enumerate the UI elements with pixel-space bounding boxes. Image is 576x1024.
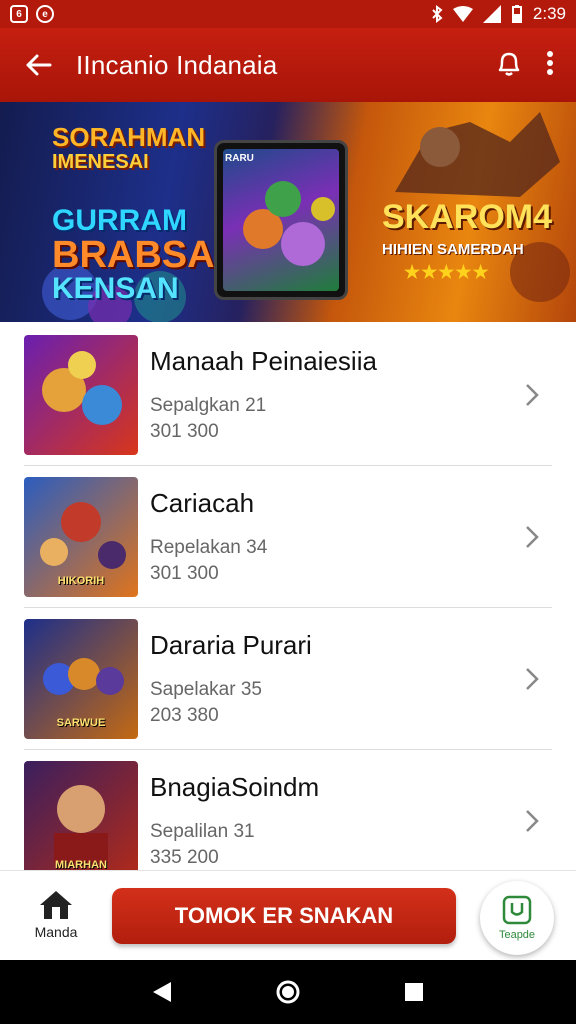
image-notification-icon: 6 [10,5,28,23]
app-notification-icon: e [36,5,54,23]
home-tab-label: Manda [34,924,78,940]
game-numbers: 301 300 [150,563,219,584]
banner-title-line-3: GURRAM [52,204,187,237]
game-numbers: 335 200 [150,847,219,868]
banner-phone-image: RARU [214,140,348,300]
system-nav-bar [0,960,576,1024]
status-bar: 6 e 2:39 [0,0,576,28]
nav-recents-icon[interactable] [403,981,425,1003]
fab-label: Teapde [498,929,536,941]
thumbnail-label: MIARHAN [55,858,107,871]
game-subtitle: Sapelakar 35 [150,679,262,700]
game-subtitle: Sepalilan 31 [150,821,255,842]
page-title: IIncanio Indanaia [76,49,278,80]
list-item[interactable]: Manaah Peinaiesiia Sepalgkan 21 301 300 [24,324,552,466]
u-badge-icon [502,895,532,925]
bottom-action-bar: Manda TOMOK ER SNAKAN Teapde [0,870,576,960]
game-numbers: 301 300 [150,421,219,442]
rating-stars: ★★★★★ [404,262,490,282]
game-thumbnail [24,334,138,455]
battery-icon [511,5,522,23]
thumbnail-label: SARWUE [56,716,106,729]
thumbnail-label: HIKORIH [57,574,105,587]
chevron-right-icon [526,383,539,406]
back-button[interactable] [0,28,76,102]
game-numbers: 203 380 [150,705,219,726]
game-thumbnail: SARWUE [24,618,138,739]
more-vert-icon [547,50,553,75]
home-icon [40,891,72,919]
list-item[interactable]: SARWUE Dararia Purari Sapelakar 35 203 3… [24,608,552,750]
primary-cta-button[interactable]: TOMOK ER SNAKAN [112,888,456,944]
chevron-right-icon [526,667,539,690]
game-name: Dararia Purari [150,630,312,660]
game-subtitle: Repelakan 34 [150,537,268,558]
app-bar: IIncanio Indanaia [0,28,576,102]
fab-button[interactable]: Teapde [480,881,554,955]
arrow-left-icon [26,54,52,76]
list-item[interactable]: MIARHAN BnagiaSoindm Sepalilan 31 335 20… [24,750,552,870]
overflow-menu-button[interactable] [546,50,554,81]
game-thumbnail: HIKORIH [24,476,138,597]
list-item[interactable]: HIKORIH Cariacah Repelakan 34 301 300 [24,466,552,608]
game-name: Cariacah [150,488,255,518]
phone-label: RARU [225,153,254,164]
game-name: Manaah Peinaiesiia [150,346,377,376]
status-time: 2:39 [532,4,566,23]
signal-icon [482,5,501,23]
banner-title-line-4: BRABSA [52,234,215,276]
game-subtitle: Sepalgkan 21 [150,395,267,416]
notification-button[interactable] [494,48,524,83]
nav-back-icon[interactable] [151,980,173,1004]
promo-banner[interactable]: SORAHMAN IMENESAI GURRAM BRABSA KENSAN R… [0,102,576,322]
game-name: BnagiaSoindm [150,772,320,802]
banner-title-line-5: KENSAN [52,272,179,305]
game-thumbnail: MIARHAN [24,760,138,871]
banner-title-line-2: IMENESAI [52,151,149,173]
bluetooth-icon [432,5,443,23]
wifi-icon [452,6,473,22]
banner-title-line-1: SORAHMAN [52,122,206,152]
banner-right-title: SKAROM4 [382,198,553,236]
home-tab[interactable]: Manda [26,889,86,940]
nav-home-icon[interactable] [275,979,301,1005]
chevron-right-icon [526,525,539,548]
chevron-right-icon [526,809,539,832]
bell-icon [498,52,520,76]
game-list: Manaah Peinaiesiia Sepalgkan 21 301 300 … [0,322,576,870]
banner-right-subtitle: HIHIEN SAMERDAH [382,241,524,258]
